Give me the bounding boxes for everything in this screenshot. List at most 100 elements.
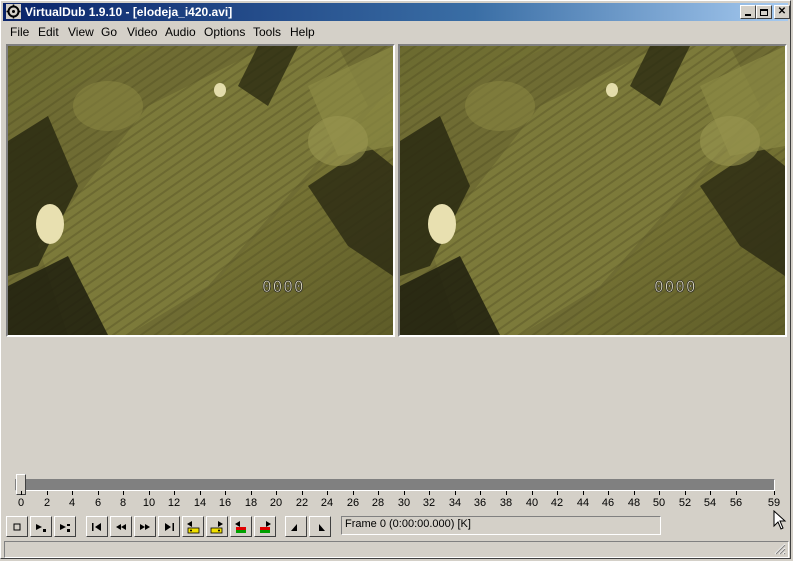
prev-frame-icon — [116, 523, 126, 530]
next-scene-button[interactable] — [254, 516, 276, 537]
output-video-pane[interactable]: 0000 — [398, 44, 787, 337]
mark-out-icon — [319, 523, 325, 531]
next-scene-icon — [260, 520, 271, 533]
timeline-tick-label: 14 — [193, 497, 207, 509]
prev-scene-icon — [235, 520, 246, 533]
timeline-tick — [251, 491, 252, 495]
timeline-tick — [736, 491, 737, 495]
stop-button[interactable] — [6, 516, 28, 537]
menu-audio[interactable]: Audio — [165, 25, 196, 39]
input-overlay-counter: 0000 — [262, 277, 305, 296]
timeline-tick — [378, 491, 379, 495]
input-video-pane[interactable]: 0000 — [6, 44, 395, 337]
menu-video[interactable]: Video — [127, 25, 157, 39]
timeline-tick-label: 40 — [525, 497, 539, 509]
timeline-tick — [429, 491, 430, 495]
output-video-frame: 0000 — [400, 46, 785, 335]
timeline-tick — [327, 491, 328, 495]
timeline-tick — [506, 491, 507, 495]
timeline-tick-label: 44 — [576, 497, 590, 509]
go-end-button[interactable] — [158, 516, 180, 537]
timeline-tick — [276, 491, 277, 495]
timeline-tick — [608, 491, 609, 495]
timeline-tick-label: 20 — [269, 497, 283, 509]
menu-file[interactable]: File — [10, 25, 29, 39]
mark-in-button[interactable] — [285, 516, 307, 537]
timeline-tick — [480, 491, 481, 495]
timeline-tick — [659, 491, 660, 495]
timeline-tick-label: 2 — [43, 497, 51, 509]
timeline-tick — [47, 491, 48, 495]
minimize-icon — [745, 14, 751, 16]
play-input-icon — [36, 523, 46, 532]
mark-in-icon — [291, 523, 297, 531]
timeline-tick-label: 36 — [473, 497, 487, 509]
timeline-tick — [123, 491, 124, 495]
menu-help[interactable]: Help — [290, 25, 315, 39]
timeline-tick-label: 52 — [678, 497, 692, 509]
prev-scene-button[interactable] — [230, 516, 252, 537]
go-end-icon — [165, 522, 174, 531]
frame-position-readout[interactable]: Frame 0 (0:00:00.000) [K] — [341, 516, 661, 535]
play-input-button[interactable] — [30, 516, 52, 537]
output-overlay-counter: 0000 — [654, 277, 697, 296]
next-keyframe-icon — [210, 520, 223, 533]
main-window: VirtualDub 1.9.10 - [elodeja_i420.avi] ✕… — [0, 0, 791, 559]
timeline-tick-label: 8 — [119, 497, 127, 509]
stop-icon — [13, 523, 21, 530]
menu-view[interactable]: View — [68, 25, 94, 39]
timeline-tick — [353, 491, 354, 495]
menu-tools[interactable]: Tools — [253, 25, 281, 39]
timeline-tick — [404, 491, 405, 495]
status-bar — [4, 541, 789, 558]
timeline-tick-label: 12 — [167, 497, 181, 509]
timeline-tick — [455, 491, 456, 495]
timeline-tick-label: 6 — [94, 497, 102, 509]
maximize-icon — [760, 8, 768, 16]
maximize-button[interactable] — [756, 5, 772, 19]
timeline-tick — [557, 491, 558, 495]
next-frame-button[interactable] — [134, 516, 156, 537]
menu-edit[interactable]: Edit — [38, 25, 59, 39]
next-keyframe-button[interactable] — [206, 516, 228, 537]
timeline-tick — [685, 491, 686, 495]
timeline-tick-label: 50 — [652, 497, 666, 509]
timeline-tick — [710, 491, 711, 495]
timeline-tick — [225, 491, 226, 495]
timeline-tick — [774, 491, 775, 495]
virtualdub-app-icon[interactable] — [6, 4, 21, 19]
play-output-button[interactable] — [54, 516, 76, 537]
timeline-tick-label: 22 — [295, 497, 309, 509]
menu-options[interactable]: Options — [204, 25, 245, 39]
close-button[interactable]: ✕ — [774, 5, 790, 19]
resize-grip-icon[interactable] — [774, 543, 786, 555]
menu-go[interactable]: Go — [101, 25, 117, 39]
timeline-tick — [21, 491, 22, 495]
timeline-tick-label: 4 — [68, 497, 76, 509]
prev-keyframe-button[interactable] — [182, 516, 204, 537]
timeline-tick-label: 16 — [218, 497, 232, 509]
timeline-tick-label: 26 — [346, 497, 360, 509]
minimize-button[interactable] — [740, 5, 756, 19]
timeline-tick-label: 38 — [499, 497, 513, 509]
timeline-tick-label: 10 — [142, 497, 156, 509]
timeline-tick — [200, 491, 201, 495]
timeline-tick-label: 30 — [397, 497, 411, 509]
go-start-button[interactable] — [86, 516, 108, 537]
timeline-tick — [583, 491, 584, 495]
timeline-tick — [72, 491, 73, 495]
timeline-tick-label: 34 — [448, 497, 462, 509]
prev-keyframe-icon — [187, 520, 200, 533]
prev-frame-button[interactable] — [110, 516, 132, 537]
menu-bar: File Edit View Go Video Audio Options To… — [3, 22, 788, 42]
window-title: VirtualDub 1.9.10 - [elodeja_i420.avi] — [25, 5, 233, 19]
next-frame-icon — [140, 523, 150, 530]
go-start-icon — [92, 522, 101, 531]
timeline-tick-label: 18 — [244, 497, 258, 509]
timeline-tick — [174, 491, 175, 495]
position-slider-track[interactable] — [15, 479, 775, 491]
timeline-tick-label: 32 — [422, 497, 436, 509]
timeline-tick — [149, 491, 150, 495]
title-bar[interactable]: VirtualDub 1.9.10 - [elodeja_i420.avi] ✕ — [3, 3, 790, 21]
mark-out-button[interactable] — [309, 516, 331, 537]
